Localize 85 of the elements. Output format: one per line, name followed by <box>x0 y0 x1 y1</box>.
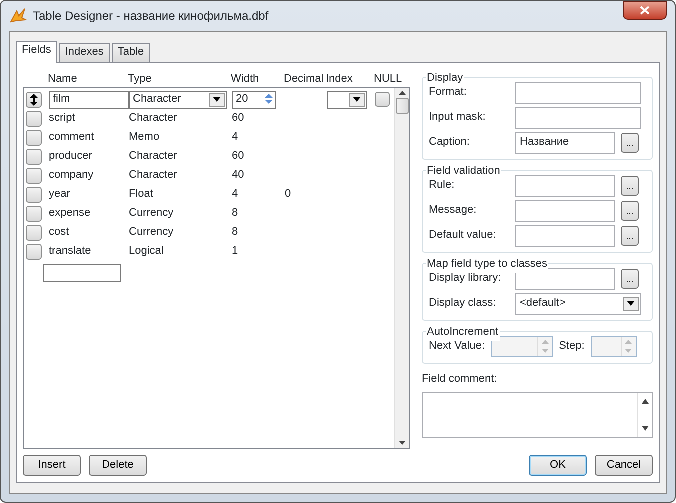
table-cell-text: Memo <box>129 130 161 146</box>
tab[interactable]: Table <box>112 43 150 62</box>
field-label: Step: <box>559 339 585 354</box>
field-label: Default value: <box>429 228 498 244</box>
type-dropdown[interactable]: Character <box>129 90 227 108</box>
table-cell-text: Currency <box>129 206 175 222</box>
table-cell-text: 8 <box>232 206 240 222</box>
close-icon <box>640 6 650 15</box>
tab[interactable]: Fields <box>16 41 58 63</box>
new-name-field[interactable] <box>43 264 121 282</box>
column-header: Index <box>326 72 354 87</box>
app-icon <box>9 8 27 24</box>
field-label: Input mask: <box>429 110 487 126</box>
type-value: Character <box>133 92 182 108</box>
table-cell-text: expense <box>48 206 92 222</box>
table-cell-text: 4 <box>232 130 240 146</box>
name-field[interactable]: film <box>49 90 129 108</box>
tab[interactable]: Indexes <box>59 43 110 62</box>
dialog-button[interactable]: Insert <box>23 455 81 476</box>
browse-button[interactable]: ... <box>621 226 639 246</box>
column-header: Name <box>47 72 78 87</box>
table-cell-text: Float <box>129 187 154 202</box>
table-cell-text: 4 <box>232 187 240 202</box>
table-cell-text: 0 <box>285 187 292 202</box>
scrollbar[interactable] <box>394 88 409 448</box>
table-cell-text: Currency <box>129 225 175 240</box>
dialog-button[interactable]: Cancel <box>595 455 653 476</box>
width-value: 20 <box>236 92 248 108</box>
table-cell-text: 1 <box>232 244 240 260</box>
field-label: Message: <box>429 203 478 218</box>
dialog-button[interactable]: OK <box>529 455 587 476</box>
field-label: Field comment: <box>422 372 498 387</box>
scroll-up-icon[interactable] <box>642 398 648 404</box>
dropdown-value: <default> <box>520 296 566 312</box>
input-field[interactable] <box>515 174 615 196</box>
input-field[interactable] <box>515 268 615 290</box>
row-selector[interactable] <box>26 92 42 108</box>
browse-button[interactable]: ... <box>621 200 639 220</box>
index-dropdown[interactable] <box>327 90 367 108</box>
null-checkbox[interactable] <box>375 92 390 107</box>
group-title: Display <box>426 70 464 86</box>
window-title: Table Designer - название кинофильма.dbf <box>33 8 269 25</box>
table-cell-text: Character <box>129 149 178 164</box>
table-cell-text: producer <box>48 149 94 164</box>
table-cell-text: comment <box>48 130 96 146</box>
input-field[interactable] <box>515 82 641 104</box>
field-label: Format: <box>429 85 468 100</box>
class-dropdown[interactable]: <default> <box>515 292 641 314</box>
table-cell-text: 60 <box>232 111 246 126</box>
input-field[interactable] <box>515 224 615 246</box>
input-field[interactable]: Название <box>515 132 615 154</box>
table-cell-text: Logical <box>129 244 165 260</box>
column-header: Decimal <box>284 72 325 87</box>
table-cell-text: 8 <box>232 225 240 240</box>
field-label: Display class: <box>429 296 498 312</box>
group-title: AutoIncrement <box>426 324 500 340</box>
input-field[interactable] <box>515 106 641 128</box>
browse-button[interactable]: ... <box>621 176 639 196</box>
scroll-thumb[interactable] <box>396 98 408 114</box>
field-label: Display library: <box>429 271 502 286</box>
table-cell-text: script <box>48 111 76 126</box>
scrollbar[interactable] <box>637 392 652 436</box>
table-cell-text: Character <box>129 168 178 184</box>
column-header: Width <box>231 72 260 87</box>
column-header: Type <box>128 72 153 87</box>
field-label: Next Value: <box>429 339 486 354</box>
width-spinner[interactable]: 20 <box>232 90 276 108</box>
table-cell-text: 60 <box>232 149 246 164</box>
field-label: Rule: <box>429 178 456 194</box>
comment-field[interactable] <box>422 392 653 438</box>
close-button[interactable] <box>623 1 667 20</box>
table-cell-text: company <box>48 168 95 184</box>
table-cell-text: cost <box>48 225 70 240</box>
browse-button[interactable]: ... <box>621 268 639 288</box>
dialog-button[interactable]: Delete <box>89 455 147 476</box>
table-cell-text: year <box>48 187 72 202</box>
table-cell-text: 40 <box>232 168 246 184</box>
input-field[interactable] <box>515 200 615 222</box>
table-cell-text: translate <box>48 244 92 260</box>
field-label: Caption: <box>429 135 471 150</box>
column-header: NULL <box>374 72 402 87</box>
scroll-down-icon[interactable] <box>642 426 648 430</box>
group-title: Map field type to classes <box>426 256 548 272</box>
browse-button[interactable]: ... <box>621 132 639 152</box>
table-cell-text: Character <box>129 111 178 126</box>
